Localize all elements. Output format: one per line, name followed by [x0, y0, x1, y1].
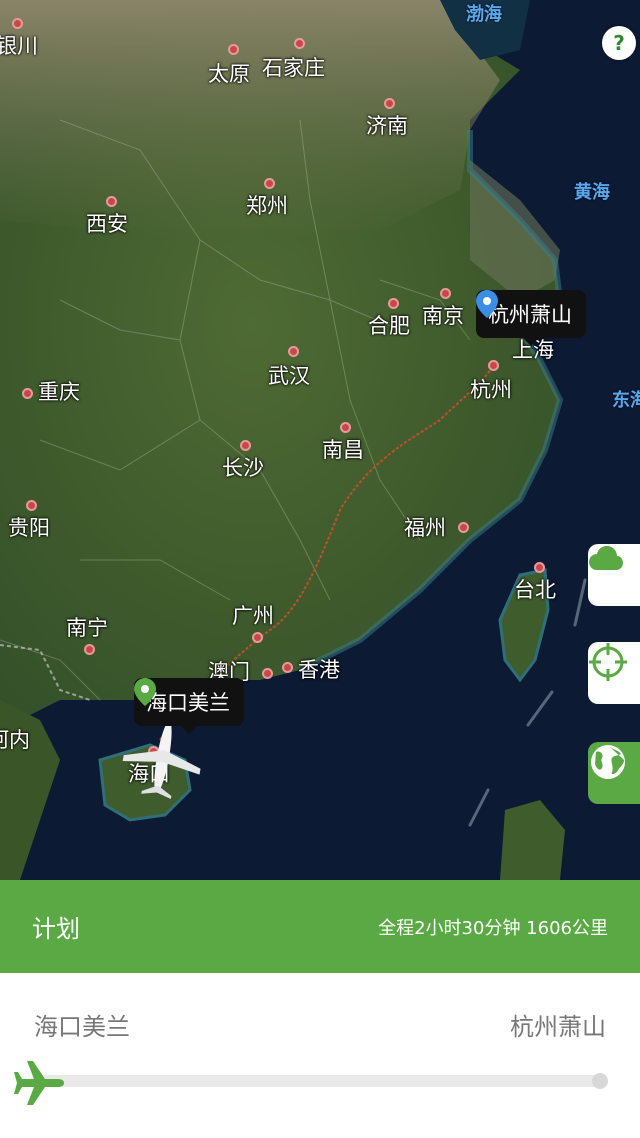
sea-label-huanghai: 黄海	[574, 182, 610, 203]
city-dot-aomen	[262, 668, 273, 679]
city-dot-nanning	[84, 644, 95, 655]
city-label-guiyang: 贵阳	[8, 516, 50, 540]
city-dot-hangzhou	[488, 360, 499, 371]
cloud-icon	[589, 546, 623, 570]
sea-label-bohai: 渤海	[466, 4, 502, 25]
map-type-button[interactable]	[588, 742, 640, 804]
city-dot-shijiazhuang	[294, 38, 305, 49]
city-dot-xian	[106, 196, 117, 207]
city-dot-taibei	[534, 562, 545, 573]
city-dot-fuzhou	[458, 522, 469, 533]
city-label-zhengzhou: 郑州	[246, 194, 288, 218]
city-dot-nanchang	[340, 422, 351, 433]
flight-map[interactable]: 渤海 黄海 东海 银川 太原 石家庄 济南 郑州 西安 合肥 南京 上海 武汉 …	[0, 0, 640, 880]
city-dot-jinan	[384, 98, 395, 109]
city-label-hefei: 合肥	[368, 314, 410, 338]
route-destination: 杭州萧山	[510, 1013, 606, 1041]
flight-progress-track	[30, 1075, 602, 1087]
city-dot-nanjing	[440, 288, 451, 299]
route-panel: 海口美兰 杭州萧山	[0, 973, 640, 1138]
location-pin-icon	[476, 290, 498, 318]
city-label-nanjing: 南京	[422, 304, 464, 328]
airplane-icon	[14, 1061, 64, 1105]
map-terrain	[0, 0, 640, 880]
city-dot-yinchuan	[12, 18, 23, 29]
globe-icon	[591, 745, 625, 779]
destination-pin-text: 杭州萧山	[488, 303, 572, 327]
city-dot-wuhan	[288, 346, 299, 357]
city-label-wuhan: 武汉	[268, 364, 310, 388]
weather-layer-button[interactable]	[588, 544, 640, 606]
origin-pin-text: 海口美兰	[146, 691, 230, 715]
destination-pin-label[interactable]: 杭州萧山	[476, 290, 586, 346]
city-label-changsha: 长沙	[222, 456, 264, 480]
route-origin: 海口美兰	[34, 1013, 130, 1041]
city-dot-chongqing	[22, 388, 33, 399]
city-label-hangzhou: 杭州	[470, 378, 512, 402]
origin-pin-label[interactable]: 海口美兰	[134, 678, 244, 734]
city-label-fuzhou: 福州	[404, 516, 446, 540]
city-label-nanchang: 南昌	[322, 438, 364, 462]
city-label-chongqing: 重庆	[38, 380, 80, 404]
city-label-xianggang: 香港	[298, 658, 340, 682]
plan-bar: 计划 全程2小时30分钟 1606公里	[0, 880, 640, 973]
city-dot-guangzhou	[252, 632, 263, 643]
city-dot-taiyuan	[228, 44, 239, 55]
crosshair-icon	[589, 643, 627, 681]
city-label-henei: 河内	[0, 728, 30, 752]
plan-summary: 全程2小时30分钟 1606公里	[378, 917, 608, 939]
city-label-shijiazhuang: 石家庄	[262, 56, 325, 80]
city-dot-guiyang	[26, 500, 37, 511]
city-label-nanning: 南宁	[66, 616, 108, 640]
locate-button[interactable]	[588, 642, 640, 704]
city-dot-xianggang	[282, 662, 293, 673]
city-dot-changsha	[240, 440, 251, 451]
progress-end-dot	[592, 1073, 608, 1089]
city-dot-hefei	[388, 298, 399, 309]
sea-label-donghai: 东海	[612, 390, 640, 411]
city-label-guangzhou: 广州	[232, 604, 274, 628]
location-pin-icon	[134, 678, 156, 706]
city-label-jinan: 济南	[366, 114, 408, 138]
help-button[interactable]: ?	[602, 26, 636, 60]
plan-title: 计划	[32, 915, 80, 943]
city-label-yinchuan: 银川	[0, 34, 38, 58]
city-label-xian: 西安	[86, 212, 128, 236]
city-label-taibei: 台北	[514, 578, 556, 602]
city-label-taiyuan: 太原	[208, 62, 250, 86]
city-dot-zhengzhou	[264, 178, 275, 189]
